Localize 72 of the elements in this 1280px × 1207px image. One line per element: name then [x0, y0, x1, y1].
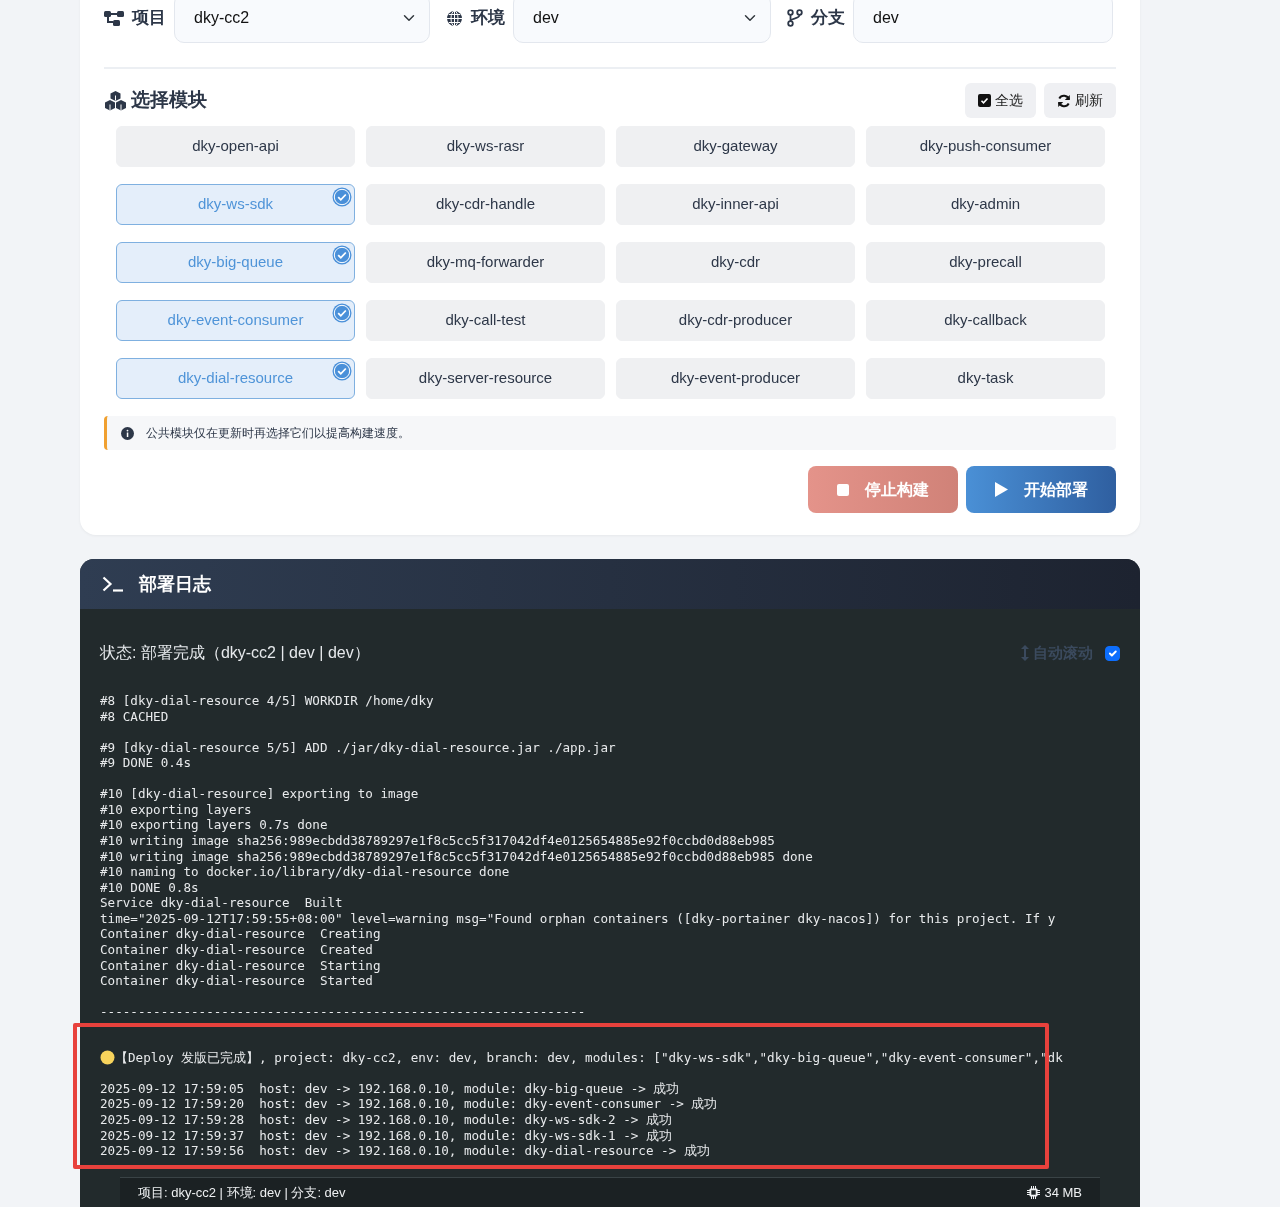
- memory-text: 34 MB: [1044, 1183, 1082, 1202]
- emoji-icon: [100, 1050, 115, 1066]
- log-line: time="2025-09-12T17:59:55+08:00" level=warning msg="Found orphan containers ([dky-portainer dky-nacos]) for this project. If y: [100, 910, 1056, 927]
- module-tile[interactable]: dky-open-api: [116, 126, 355, 167]
- refresh-icon: [1057, 93, 1071, 108]
- log-line: #8 [dky-dial-resource 4/5] WORKDIR /home/dky: [100, 693, 434, 709]
- auto-scroll-checkbox[interactable]: [1105, 645, 1120, 661]
- branch-icon: [787, 9, 803, 27]
- module-tile[interactable]: dky-cdr-producer: [616, 300, 855, 341]
- branch-input[interactable]: dev: [853, 0, 1113, 43]
- log-line: 2025-09-12 17:59:56 host: dev -> 192.168.0.10, module: dky-dial-resource -> 成功: [100, 1143, 710, 1159]
- info-icon: [121, 426, 134, 440]
- module-tile[interactable]: dky-event-producer: [616, 358, 855, 399]
- chip-icon: [1027, 1186, 1041, 1199]
- module-tile[interactable]: dky-cdr: [616, 242, 855, 283]
- up-down-arrow-icon: [1021, 645, 1029, 661]
- environment-select[interactable]: dev: [513, 0, 771, 43]
- branch-label: 分支: [811, 7, 845, 30]
- section-title: 选择模块: [131, 88, 207, 113]
- start-deploy-button[interactable]: 开始部署: [966, 466, 1116, 513]
- log-line: #10 [dky-dial-resource] exporting to image: [100, 786, 419, 802]
- module-tile[interactable]: dky-admin: [866, 184, 1105, 225]
- stop-icon: [837, 483, 849, 496]
- log-line: #10 DONE 0.8s: [100, 879, 199, 896]
- play-icon: [994, 482, 1008, 497]
- module-tile[interactable]: dky-ws-rasr: [366, 126, 605, 167]
- terminal-icon: [102, 576, 123, 592]
- project-select[interactable]: dky-cc2: [174, 0, 430, 43]
- globe-icon: [446, 9, 463, 27]
- select-all-button[interactable]: 全选: [965, 83, 1036, 118]
- module-tile[interactable]: dky-gateway: [616, 126, 855, 167]
- check-badge-icon: [332, 361, 352, 381]
- log-line: #10 naming to docker.io/library/dky-dial-resource done: [100, 864, 510, 880]
- module-tile[interactable]: dky-mq-forwarder: [366, 242, 605, 283]
- log-line: #9 [dky-dial-resource 5/5] ADD ./jar/dky-dial-resource.jar ./app.jar: [100, 739, 616, 756]
- module-tile[interactable]: dky-server-resource: [366, 358, 605, 399]
- log-line: Container dky-dial-resource Started: [100, 973, 373, 989]
- log-line: ----------------------------------------------------------------: [100, 1004, 586, 1020]
- nodes-icon: [104, 10, 124, 26]
- environment-label: 环境: [471, 7, 505, 30]
- log-line: 2025-09-12 17:59:28 host: dev -> 192.168.0.10, module: dky-ws-sdk-2 -> 成功: [100, 1112, 672, 1128]
- check-badge-icon: [332, 303, 352, 323]
- module-tile[interactable]: dky-cdr-handle: [366, 184, 605, 225]
- module-tile[interactable]: dky-push-consumer: [866, 126, 1105, 167]
- module-tile[interactable]: dky-call-test: [366, 300, 605, 341]
- log-line: Container dky-dial-resource Created: [100, 941, 373, 958]
- module-tile[interactable]: dky-callback: [866, 300, 1105, 341]
- context-text: 项目: dky-cc2 | 环境: dev | 分支: dev: [138, 1183, 346, 1202]
- refresh-button[interactable]: 刷新: [1044, 83, 1116, 118]
- log-line: Container dky-dial-resource Starting: [100, 957, 381, 974]
- log-title: 部署日志: [139, 572, 211, 596]
- check-badge-icon: [332, 245, 352, 265]
- log-line: #10 exporting layers: [100, 801, 252, 818]
- log-line: #10 writing image sha256:989ecbdd38789297e1f8c5cc5f317042df4e0125654885e92f0ccbd0d88eb985: [100, 833, 775, 849]
- module-tile[interactable]: dky-task: [866, 358, 1105, 399]
- log-line: Container dky-dial-resource Creating: [100, 926, 381, 942]
- log-line: #8 CACHED: [100, 708, 169, 725]
- check-badge-icon: [332, 187, 352, 207]
- checkbox-icon: [978, 94, 991, 107]
- log-line: 2025-09-12 17:59:20 host: dev -> 192.168.0.10, module: dky-event-consumer -> 成功: [100, 1096, 718, 1112]
- module-tile[interactable]: dky-inner-api: [616, 184, 855, 225]
- log-line: #9 DONE 0.4s: [100, 755, 191, 771]
- note-text: 公共模块仅在更新时再选择它们以提高构建速度。: [146, 425, 410, 442]
- log-line: #10 writing image sha256:989ecbdd38789297e1f8c5cc5f317042df4e0125654885e92f0ccbd0d88eb985 done: [100, 848, 813, 865]
- status-text: 状态: 部署完成（dky-cc2 | dev | dev）: [100, 643, 370, 663]
- project-label: 项目: [132, 7, 166, 30]
- log-line: #10 exporting layers 0.7s done: [100, 817, 328, 834]
- cubes-icon: [104, 90, 127, 111]
- module-tile[interactable]: dky-precall: [866, 242, 1105, 283]
- log-line: 2025-09-12 17:59:37 host: dev -> 192.168.0.10, module: dky-ws-sdk-1 -> 成功: [100, 1127, 672, 1144]
- log-line: 2025-09-12 17:59:05 host: dev -> 192.168.0.10, module: dky-big-queue -> 成功: [100, 1080, 680, 1097]
- log-line: Service dky-dial-resource Built: [100, 895, 343, 911]
